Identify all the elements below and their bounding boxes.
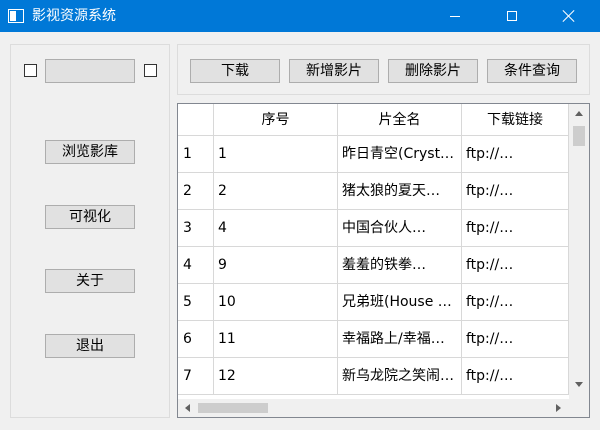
visualization-button[interactable]: 可视化 — [45, 205, 135, 229]
blank-control[interactable] — [45, 59, 135, 83]
download-button[interactable]: 下载 — [190, 59, 280, 83]
table-cell[interactable]: 幸福路上/幸福… — [338, 321, 462, 358]
left-checkbox[interactable] — [24, 64, 37, 77]
row-header[interactable]: 4 — [178, 247, 214, 284]
table-cell[interactable]: 中国合伙人… — [338, 210, 462, 247]
sidebar-panel — [10, 44, 170, 418]
conditional-query-button[interactable]: 条件查询 — [487, 59, 577, 83]
about-button[interactable]: 关于 — [45, 269, 135, 293]
table-cell[interactable]: ftp://… — [462, 173, 569, 210]
table-cell[interactable]: 猪太狼的夏天… — [338, 173, 462, 210]
table-cell[interactable]: ftp://… — [462, 210, 569, 247]
table-cell[interactable]: 10 — [214, 284, 338, 321]
table-cell[interactable]: 兄弟班(House … — [338, 284, 462, 321]
table-cell[interactable]: 2 — [214, 173, 338, 210]
title-bar[interactable]: 影视资源系统 — [0, 0, 600, 32]
exit-button[interactable]: 退出 — [45, 334, 135, 358]
table-cell[interactable]: 4 — [214, 210, 338, 247]
scroll-right-icon[interactable] — [556, 404, 561, 412]
table-cell[interactable]: ftp://… — [462, 247, 569, 284]
maximize-icon — [507, 11, 517, 21]
scroll-corner — [569, 399, 589, 417]
close-icon — [563, 10, 575, 22]
scroll-up-icon[interactable] — [575, 111, 583, 116]
table-cell[interactable]: ftp://… — [462, 358, 569, 395]
scroll-down-icon[interactable] — [575, 382, 583, 387]
column-header-title[interactable]: 片全名 — [338, 104, 462, 136]
window-title: 影视资源系统 — [32, 8, 116, 24]
scroll-left-icon[interactable] — [185, 404, 190, 412]
horizontal-scrollbar[interactable] — [178, 399, 569, 417]
table-corner — [178, 104, 214, 136]
table-cell[interactable]: ftp://… — [462, 136, 569, 173]
minimize-icon — [450, 15, 460, 17]
table-cell[interactable]: 1 — [214, 136, 338, 173]
close-button[interactable] — [546, 0, 592, 32]
column-header-id[interactable]: 序号 — [214, 104, 338, 136]
right-checkbox[interactable] — [144, 64, 157, 77]
movie-table[interactable]: 序号 片全名 下载链接 1 1 昨日青空(Cryst… ftp://… 2 2 … — [177, 103, 590, 418]
row-header[interactable]: 5 — [178, 284, 214, 321]
horizontal-scroll-thumb[interactable] — [198, 403, 268, 413]
table-cell[interactable]: 12 — [214, 358, 338, 395]
maximize-button[interactable] — [489, 0, 535, 32]
table-cell[interactable]: 新乌龙院之笑闹… — [338, 358, 462, 395]
table-cell[interactable]: 昨日青空(Cryst… — [338, 136, 462, 173]
table-cell[interactable]: 羞羞的铁拳… — [338, 247, 462, 284]
row-header[interactable]: 6 — [178, 321, 214, 358]
app-icon — [8, 9, 24, 23]
vertical-scrollbar[interactable] — [569, 104, 589, 399]
add-movie-button[interactable]: 新增影片 — [289, 59, 379, 83]
row-header[interactable]: 7 — [178, 358, 214, 395]
column-header-link[interactable]: 下载链接 — [462, 104, 569, 136]
minimize-button[interactable] — [432, 0, 478, 32]
table-cell[interactable]: 9 — [214, 247, 338, 284]
row-header[interactable]: 3 — [178, 210, 214, 247]
row-header[interactable]: 1 — [178, 136, 214, 173]
row-header[interactable]: 2 — [178, 173, 214, 210]
browse-library-button[interactable]: 浏览影库 — [45, 140, 135, 164]
table-cell[interactable]: ftp://… — [462, 284, 569, 321]
delete-movie-button[interactable]: 删除影片 — [388, 59, 478, 83]
table-cell[interactable]: 11 — [214, 321, 338, 358]
table-cell[interactable]: ftp://… — [462, 321, 569, 358]
vertical-scroll-thumb[interactable] — [573, 126, 585, 146]
